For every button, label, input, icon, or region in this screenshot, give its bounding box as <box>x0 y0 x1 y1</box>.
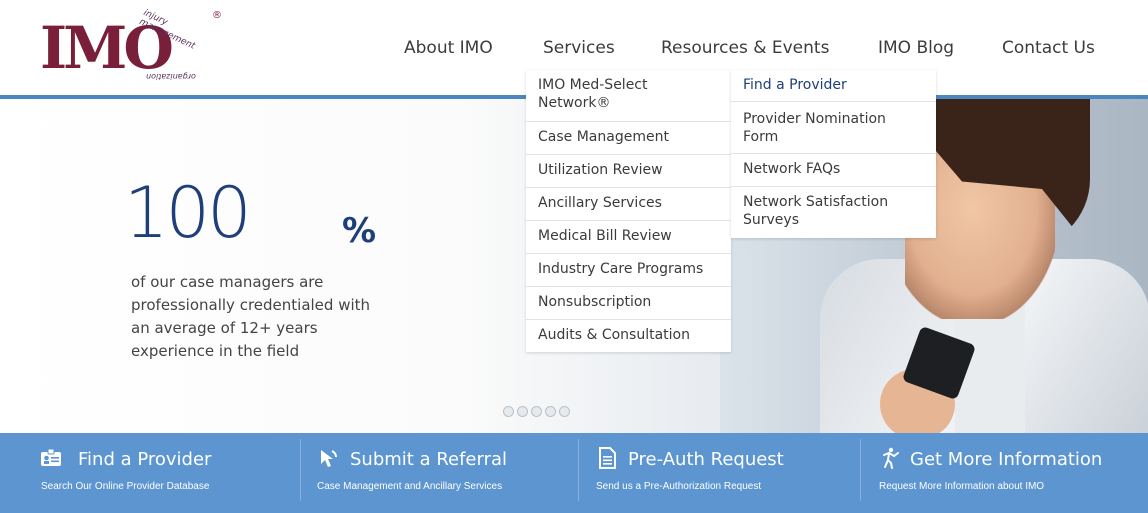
submenu-item-find-provider[interactable]: Find a Provider <box>731 76 936 102</box>
cta-title: Submit a Referral <box>350 449 508 470</box>
menu-item-medical-bill-review[interactable]: Medical Bill Review <box>526 221 731 254</box>
mouse-cursor-icon <box>321 450 337 467</box>
stat-line: of our case managers are <box>131 273 324 291</box>
cta-pre-auth[interactable]: Pre-Auth Request Send us a Pre-Authoriza… <box>578 433 860 513</box>
cta-find-provider[interactable]: Find a Provider Search Our Online Provid… <box>0 433 300 513</box>
nav-blog[interactable]: IMO Blog <box>878 38 954 58</box>
menu-item-ancillary-services[interactable]: Ancillary Services <box>526 188 731 221</box>
document-icon <box>599 447 616 469</box>
cta-subtitle: Request More Information about IMO <box>879 481 1045 492</box>
nav-contact[interactable]: Contact Us <box>1002 38 1095 58</box>
cta-title: Get More Information <box>910 449 1103 470</box>
nav-about[interactable]: About IMO <box>404 38 493 58</box>
cta-get-info[interactable]: Get More Information Request More Inform… <box>860 433 1148 513</box>
id-card-icon <box>41 448 61 466</box>
cta-bar: Find a Provider Search Our Online Provid… <box>0 433 1148 513</box>
imo-logo[interactable]: IMO injury management organization ® <box>40 8 230 92</box>
cta-title: Find a Provider <box>78 449 212 470</box>
stat-percent: % <box>342 211 377 251</box>
stat-number: 100 <box>124 172 252 254</box>
nav-resources-events[interactable]: Resources & Events <box>661 38 829 58</box>
menu-item-industry-care[interactable]: Industry Care Programs <box>526 254 731 287</box>
slider-dot[interactable] <box>531 406 542 417</box>
slider-dot[interactable] <box>517 406 528 417</box>
slider-dot[interactable] <box>545 406 556 417</box>
cta-subtitle: Case Management and Ancillary Services <box>317 481 503 492</box>
nav-services[interactable]: Services <box>543 38 615 58</box>
cta-subtitle: Send us a Pre-Authorization Request <box>596 481 762 492</box>
slider-dots <box>503 406 570 417</box>
stat-line: experience in the field <box>131 342 300 360</box>
slider-dot[interactable] <box>559 406 570 417</box>
menu-item-case-management[interactable]: Case Management <box>526 122 731 155</box>
stat-line: an average of 12+ years <box>131 319 318 337</box>
logo-tagline-bottom: organization <box>146 72 196 81</box>
cta-title: Pre-Auth Request <box>628 449 784 470</box>
submenu-item-satisfaction-surveys[interactable]: Network Satisfaction Surveys <box>731 187 936 238</box>
registered-mark: ® <box>212 10 222 21</box>
menu-item-label: IMO Med-Select Network® <box>538 77 648 111</box>
submenu-item-label: Provider Nomination Form <box>743 111 886 145</box>
hero-stat: 100 % <box>124 172 376 254</box>
menu-item-utilization-review[interactable]: Utilization Review <box>526 155 731 188</box>
menu-item-med-select[interactable]: IMO Med-Select Network® <box>526 76 731 122</box>
menu-item-nonsubscription[interactable]: Nonsubscription <box>526 287 731 320</box>
cta-subtitle: Search Our Online Provider Database <box>41 481 210 492</box>
stat-description: of our case managers are professionally … <box>131 271 401 363</box>
services-dropdown: IMO Med-Select Network® Case Management … <box>526 70 731 352</box>
submenu-item-label: Network Satisfaction Surveys <box>743 194 889 228</box>
stat-line: professionally credentialed with <box>131 296 371 314</box>
network-submenu: Find a Provider Provider Nomination Form… <box>731 70 936 238</box>
menu-item-audits-consultation[interactable]: Audits & Consultation <box>526 320 731 352</box>
running-person-icon <box>883 447 899 469</box>
submenu-item-provider-nomination[interactable]: Provider Nomination Form <box>731 102 936 154</box>
slider-dot[interactable] <box>503 406 514 417</box>
submenu-item-network-faqs[interactable]: Network FAQs <box>731 154 936 187</box>
cta-submit-referral[interactable]: Submit a Referral Case Management and An… <box>300 433 578 513</box>
